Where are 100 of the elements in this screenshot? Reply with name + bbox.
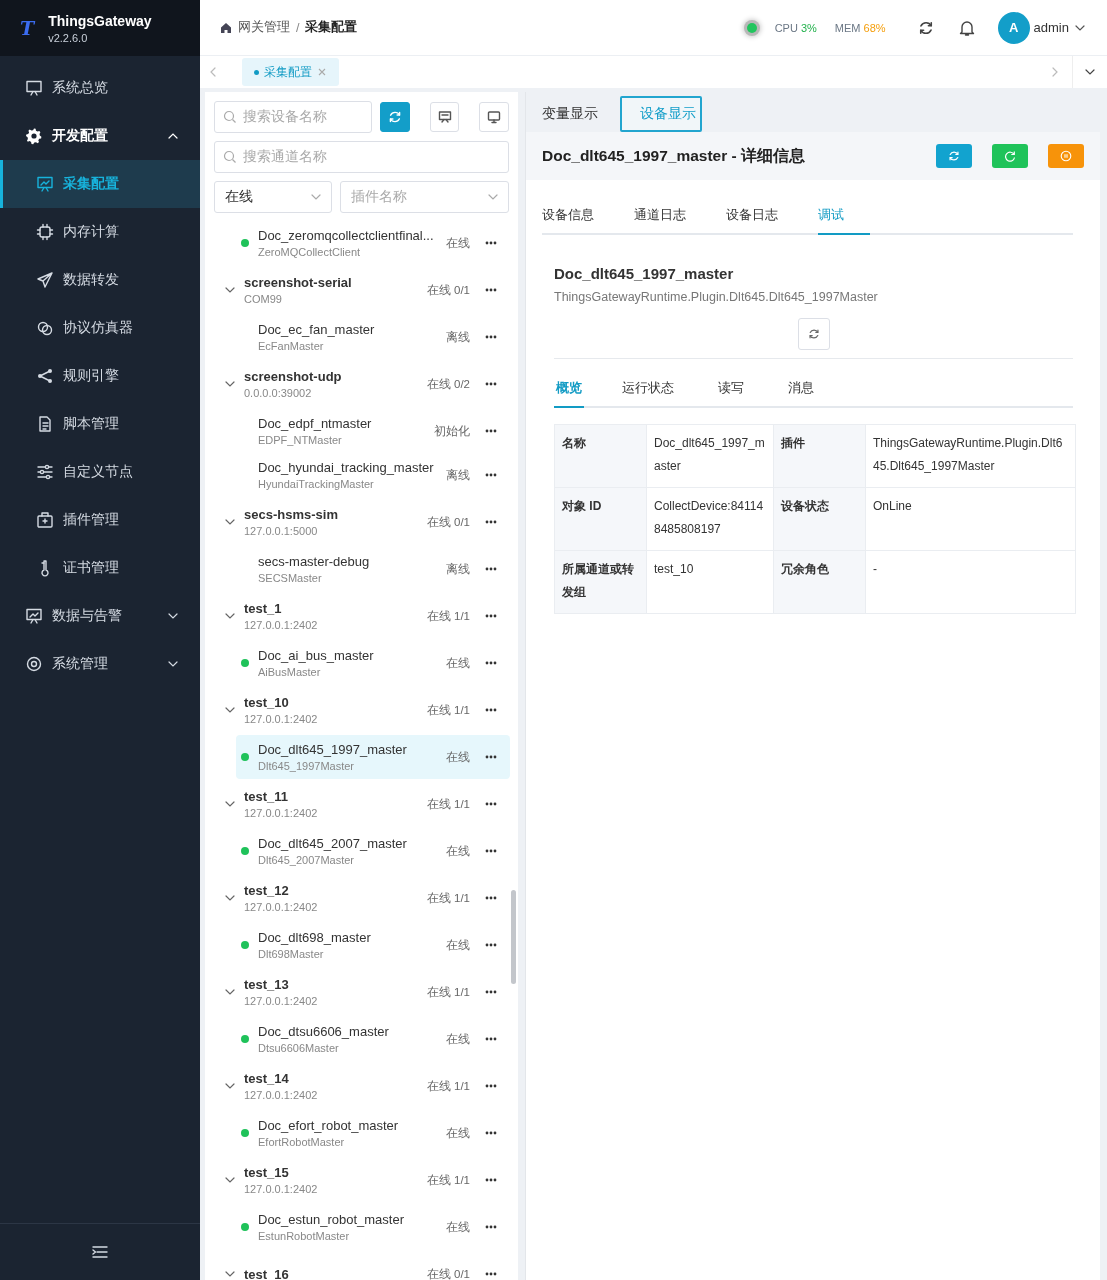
menu-item[interactable]: 自定义节点 (0, 448, 200, 496)
field-value: - (865, 550, 1076, 614)
menu-item[interactable]: 开发配置 (0, 112, 200, 160)
channel-name[interactable]: screenshot-serial (244, 275, 352, 290)
device-title: Doc_dlt645_1997_master (554, 265, 735, 282)
device-item[interactable]: Doc_ec_fan_master EcFanMaster 离线 (236, 315, 510, 359)
device-item[interactable]: Doc_ai_bus_master AiBusMaster 在线 (236, 641, 510, 685)
sub-tab[interactable]: 运行状态 (620, 371, 676, 408)
device-item[interactable]: Doc_dtsu6606_master Dtsu6606Master 在线 (236, 1017, 510, 1061)
refresh-icon (948, 150, 960, 162)
scrollbar[interactable] (511, 890, 516, 984)
menu-item[interactable]: 内存计算 (0, 208, 200, 256)
menu-item[interactable]: 数据与告警 (0, 592, 200, 640)
device-item[interactable]: Doc_hyundai_tracking_master HyundaiTrackingMaster 离线 (236, 453, 510, 497)
device-item[interactable]: Doc_efort_robot_master EfortRobotMaster 在线 (236, 1111, 510, 1155)
device-name: Doc_edpf_ntmaster (258, 416, 372, 431)
channel-status: 在线 1/1 (426, 608, 470, 624)
channel-address: 127.0.0.1:2402 (244, 1089, 318, 1101)
channel-name[interactable]: test_11 (244, 789, 289, 804)
device-item[interactable]: Doc_dlt645_1997_master Dlt645_1997Master 在线 (236, 735, 510, 779)
menu-item[interactable]: 规则引擎 (0, 352, 200, 400)
document-icon (36, 415, 54, 433)
board-button[interactable] (430, 102, 460, 132)
menu-item[interactable]: 插件管理 (0, 496, 200, 544)
menu-fold-icon[interactable] (91, 1244, 109, 1260)
menu-item[interactable]: 协议仿真器 (0, 304, 200, 352)
detail-tab[interactable]: 设备日志 (726, 196, 778, 235)
device-name: Doc_dlt645_2007_master (258, 836, 407, 851)
device-item[interactable]: Doc_edpf_ntmaster EDPF_NTMaster 初始化 (236, 409, 510, 453)
search-icon (223, 110, 237, 124)
channel-name[interactable]: screenshot-udp (244, 369, 342, 384)
channel-address: 127.0.0.1:2402 (244, 713, 318, 725)
menu-item[interactable]: 系统总览 (0, 64, 200, 112)
device-status: 离线 (446, 467, 470, 483)
menu-item[interactable]: 采集配置 (0, 160, 200, 208)
menu-item[interactable]: 证书管理 (0, 544, 200, 592)
field-value: CollectDevice:841148485808197 (646, 487, 774, 551)
channel-name[interactable]: secs-hsms-sim (244, 507, 338, 522)
memory-usage: MEM 68% (834, 21, 886, 34)
detail-tab[interactable]: 通道日志 (634, 196, 686, 235)
monitor-icon (487, 110, 502, 124)
device-item[interactable]: Doc_estun_robot_master EstunRobotMaster 在线 (236, 1205, 510, 1249)
cpu-usage: CPU 3% (774, 21, 817, 34)
plugin-name: SECSMaster (258, 572, 322, 584)
monitor-button[interactable] (479, 102, 509, 132)
device-status: 离线 (446, 329, 470, 345)
channel-name[interactable]: test_14 (244, 1071, 289, 1086)
detail-tab[interactable]: 设备信息 (542, 196, 594, 235)
device-item[interactable]: Doc_dlt698_master Dlt698Master 在线 (236, 923, 510, 967)
logo-mark: T (20, 17, 35, 39)
plugin-name: Dlt698Master (258, 948, 324, 960)
device-item[interactable]: secs-master-debug SECSMaster 离线 (236, 547, 510, 591)
sliders-icon (36, 463, 54, 481)
device-status: 在线 (446, 655, 470, 671)
field-value: Doc_dlt645_1997_master (646, 424, 774, 488)
refresh-icon (388, 110, 403, 124)
view-tab[interactable]: 变量显示 (534, 96, 610, 132)
sub-tab[interactable]: 消息 (786, 371, 816, 408)
status-select[interactable]: 在线 (214, 181, 332, 213)
chart-board-icon (25, 607, 43, 625)
home-icon[interactable] (220, 21, 232, 34)
restart-icon (1004, 150, 1016, 162)
breadcrumb-item[interactable]: 网关管理 (238, 19, 290, 36)
device-status: 在线 (446, 235, 470, 251)
field-label: 对象 ID (554, 487, 647, 551)
status-dot (746, 22, 757, 33)
channel-name[interactable]: test_15 (244, 1165, 289, 1180)
channel-status: 在线 1/1 (426, 984, 470, 1000)
field-value: ThingsGatewayRuntime.Plugin.Dlt645.Dlt645_1997Master (865, 424, 1076, 488)
channel-address: COM99 (244, 293, 282, 305)
menu-item[interactable]: 数据转发 (0, 256, 200, 304)
bell-icon[interactable] (957, 18, 976, 37)
device-item[interactable]: Doc_zeromqcollectclientfinal... ZeroMQCollectClient 在线 (236, 221, 510, 265)
device-name: Doc_dtsu6606_master (258, 1024, 389, 1039)
refresh-icon[interactable] (917, 19, 934, 36)
channel-status: 在线 1/1 (426, 1078, 470, 1094)
version-label: v2.2.6.0 (48, 31, 89, 44)
device-status: 在线 (446, 749, 470, 765)
device-status: 在线 (446, 1031, 470, 1047)
sub-tab[interactable]: 读写 (716, 371, 746, 408)
refresh-button[interactable] (380, 102, 410, 132)
device-name: Doc_estun_robot_master (258, 1212, 404, 1227)
menu-item[interactable]: 脚本管理 (0, 400, 200, 448)
device-status: 初始化 (434, 423, 470, 439)
search-icon (223, 150, 237, 164)
channel-name[interactable]: test_10 (244, 695, 289, 710)
device-item[interactable]: Doc_dlt645_2007_master Dlt645_2007Master 在线 (236, 829, 510, 873)
restart-button[interactable] (992, 144, 1028, 168)
channel-name[interactable]: test_1 (244, 601, 282, 616)
plugin-name: ZeroMQCollectClient (258, 246, 361, 258)
plugin-name: Dlt645_1997Master (258, 760, 354, 772)
channel-name[interactable]: test_12 (244, 883, 289, 898)
menu-item[interactable]: 系统管理 (0, 640, 200, 688)
user-name[interactable]: admin (1033, 20, 1069, 35)
channel-address: 127.0.0.1:2402 (244, 619, 318, 631)
channel-name[interactable]: test_13 (244, 977, 289, 992)
plugin-name: AiBusMaster (258, 666, 321, 678)
breadcrumb-item: 采集配置 (305, 19, 358, 36)
channel-name[interactable]: test_16 (244, 1266, 289, 1280)
device-status: 在线 (446, 843, 470, 859)
